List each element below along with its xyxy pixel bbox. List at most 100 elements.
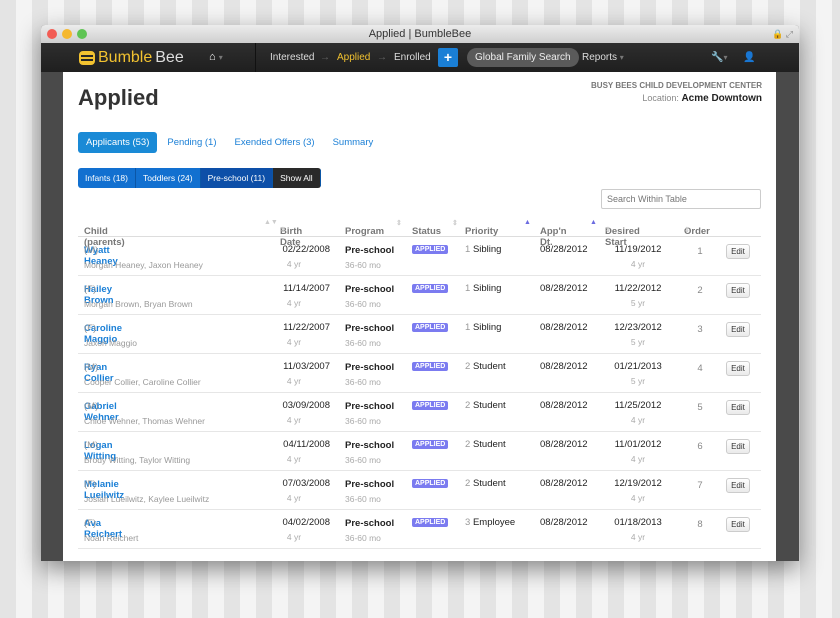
age: 4 yr (286, 415, 302, 425)
status-badge: APPLIED (412, 479, 449, 488)
application-date: 08/28/2012 (540, 244, 588, 255)
sort-icon: ⇕ (280, 227, 286, 234)
program-range: 36-60 mo (345, 494, 381, 504)
priority: 3 Employee (465, 517, 516, 528)
priority: 2 Student (465, 361, 506, 372)
desired-start-age: 5 yr (630, 337, 646, 347)
desired-start: 12/19/2012 (614, 478, 662, 489)
order: 3 (697, 324, 703, 335)
table-row: Hailey Brown (F) Morgan Brown, Bryan Bro… (78, 276, 761, 315)
edit-button[interactable]: Edit (726, 439, 750, 454)
table-row: Ryan Collier (M) Cooper Collier, Carolin… (78, 354, 761, 393)
edit-button[interactable]: Edit (726, 478, 750, 493)
status-badge: APPLIED (412, 362, 449, 371)
filter-show-all[interactable]: Show All (273, 168, 321, 188)
age: 4 yr (286, 376, 302, 386)
tab-pending[interactable]: Pending (1) (159, 132, 224, 153)
sort-asc-icon[interactable]: ▲ (590, 219, 597, 226)
desired-start: 11/25/2012 (614, 400, 662, 411)
desired-start: 01/18/2013 (614, 517, 662, 528)
priority: 2 Student (465, 400, 506, 411)
hive-icon (79, 50, 95, 65)
program: Pre-school (345, 479, 395, 490)
edit-button[interactable]: Edit (726, 283, 750, 298)
age: 4 yr (286, 493, 302, 503)
program: Pre-school (345, 440, 395, 451)
program-range: 36-60 mo (345, 338, 381, 348)
sort-icon[interactable]: ⇕ (396, 219, 402, 227)
table-row: Gabriel Wehner (M) Chloe Wehner, Thomas … (78, 393, 761, 432)
table-row: Wyatt Heaney (M) Morgan Heaney, Jaxon He… (78, 237, 761, 276)
fullscreen-icon[interactable]: 🔒 ⤢ (772, 25, 793, 43)
birth-date: 07/03/2008 (282, 478, 330, 489)
tab-applicants[interactable]: Applicants (53) (78, 132, 158, 153)
nav-applied[interactable]: Applied (337, 43, 370, 72)
wrench-icon[interactable]: 🔧▾ (711, 43, 727, 72)
user-icon[interactable]: 👤 (743, 43, 755, 72)
desired-start-age: 4 yr (630, 415, 646, 425)
priority: 2 Student (465, 478, 506, 489)
search-input[interactable] (601, 189, 761, 209)
desired-start: 01/21/2013 (614, 361, 662, 372)
priority: 2 Student (465, 439, 506, 450)
tabs: Applicants (53) Pending (1) Exended Offe… (78, 132, 383, 153)
table-header: Child (parents) ▲▼ Birth Date ⇕ Program … (78, 212, 761, 248)
browser-window: Applied | BumbleBee 🔒 ⤢ Bumble Bee ⌂ ▾ In… (41, 25, 799, 561)
close-button[interactable] (47, 29, 57, 39)
nav-enrolled[interactable]: Enrolled (394, 43, 431, 72)
desired-start-age: 4 yr (630, 454, 646, 464)
zoom-button[interactable] (77, 29, 87, 39)
age: 4 yr (286, 259, 302, 269)
order: 4 (697, 363, 703, 374)
birth-date: 11/22/2007 (283, 322, 330, 333)
order: 6 (697, 441, 703, 452)
brand-logo[interactable]: Bumble Bee (79, 43, 184, 72)
age: 4 yr (286, 454, 302, 464)
order: 2 (697, 285, 703, 296)
desired-start: 11/19/2012 (614, 244, 662, 255)
tab-summary[interactable]: Summary (325, 132, 382, 153)
priority: 1 Sibling (465, 322, 502, 333)
program-range: 36-60 mo (345, 260, 381, 270)
birth-date: 03/09/2008 (282, 400, 330, 411)
parents: Brody Witting, Taylor Witting (84, 455, 191, 465)
status-badge: APPLIED (412, 440, 449, 449)
parents: Cooper Collier, Caroline Collier (84, 377, 201, 387)
filter-infants[interactable]: Infants (18) (78, 168, 136, 188)
application-date: 08/28/2012 (540, 439, 588, 450)
sort-asc-icon[interactable]: ▲ (524, 219, 531, 226)
table-row: Melanie Lueilwitz (F) Josiah Lueilwitz, … (78, 471, 761, 510)
status-badge: APPLIED (412, 284, 449, 293)
edit-button[interactable]: Edit (726, 517, 750, 532)
minimize-button[interactable] (62, 29, 72, 39)
edit-button[interactable]: Edit (726, 400, 750, 415)
birth-date: 11/14/2007 (283, 283, 330, 294)
parents: Morgan Brown, Bryan Brown (84, 299, 193, 309)
home-icon[interactable]: ⌂ ▾ (209, 43, 223, 72)
birth-date: 04/11/2008 (283, 439, 330, 450)
birth-date: 04/02/2008 (282, 517, 330, 528)
nav-interested[interactable]: Interested (270, 43, 314, 72)
edit-button[interactable]: Edit (726, 361, 750, 376)
birth-date: 11/03/2007 (283, 361, 330, 372)
table-row: Caroline Maggio (F) Jaxon Maggio 11/22/2… (78, 315, 761, 354)
global-family-search-button[interactable]: Global Family Search (467, 48, 579, 67)
priority: 1 Sibling (465, 283, 502, 294)
sort-icon[interactable]: ▲▼ (264, 219, 278, 226)
sort-icon[interactable]: ⇕ (452, 219, 458, 227)
application-date: 08/28/2012 (540, 361, 588, 372)
page-title: Applied (78, 85, 159, 110)
parents: Josiah Lueilwitz, Kaylee Lueilwitz (84, 494, 210, 504)
filter-preschool[interactable]: Pre-school (11) (200, 168, 274, 188)
filter-toddlers[interactable]: Toddlers (24) (136, 168, 201, 188)
reports-menu[interactable]: Reports ▾ (582, 43, 624, 72)
tab-extended-offers[interactable]: Exended Offers (3) (227, 132, 323, 153)
order: 7 (697, 480, 703, 491)
edit-button[interactable]: Edit (726, 244, 750, 259)
edit-button[interactable]: Edit (726, 322, 750, 337)
age: 4 yr (286, 298, 302, 308)
add-button[interactable]: + (438, 48, 458, 67)
desired-start-age: 4 yr (630, 532, 646, 542)
status-badge: APPLIED (412, 245, 449, 254)
application-date: 08/28/2012 (540, 283, 588, 294)
